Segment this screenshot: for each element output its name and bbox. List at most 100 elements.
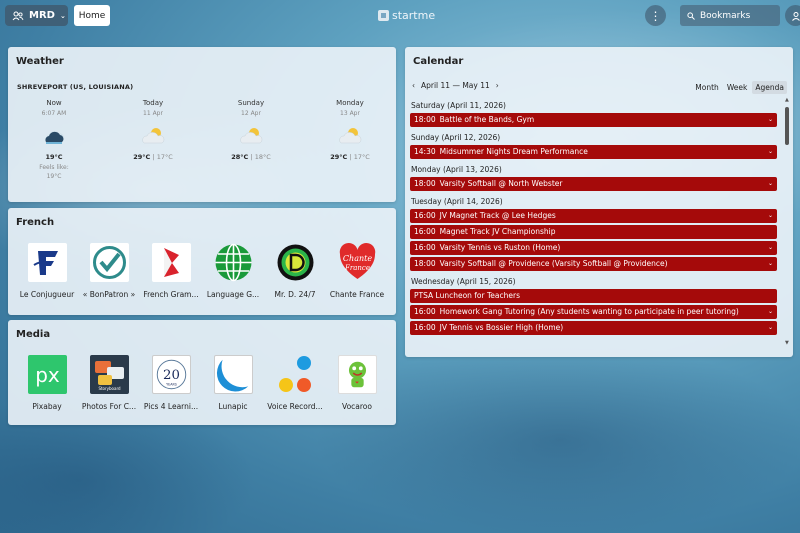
event-title: Homework Gang Tutoring (Any students wan… — [439, 307, 739, 316]
app-photos-for-class[interactable]: Storyboard Photos For C... — [75, 355, 143, 411]
bookmarks-label: Bookmarks — [700, 10, 751, 21]
french-grammar-icon — [151, 243, 191, 282]
chevron-down-icon[interactable]: ⌄ — [768, 257, 773, 271]
bookmarks-search-button[interactable]: Bookmarks — [680, 5, 780, 26]
calendar-event[interactable]: 18:00 Varsity Softball @ Providence (Vars… — [410, 257, 777, 271]
vocaroo-icon — [337, 355, 377, 394]
weather-day-label: Monday — [336, 99, 364, 107]
svg-text:YEARS: YEARS — [166, 382, 177, 386]
view-month-button[interactable]: Month — [692, 81, 722, 94]
event-time: 16:00 — [414, 307, 436, 316]
calendar-event[interactable]: 16:00 Varsity Tennis vs Ruston (Home) ⌄ — [410, 241, 777, 255]
event-title: Midsummer Nights Dream Performance — [439, 147, 588, 156]
agenda-scrollbar[interactable] — [785, 99, 789, 351]
bonpatron-icon — [89, 243, 129, 282]
user-menu-label: MRD — [29, 10, 55, 21]
app-vocaroo[interactable]: Vocaroo — [323, 355, 391, 411]
scroll-down-arrow-icon[interactable]: ▼ — [785, 340, 790, 346]
app-pixabay[interactable]: px Pixabay — [13, 355, 81, 411]
svg-text:20: 20 — [163, 368, 180, 383]
event-time: 16:00 — [414, 323, 436, 332]
app-label: Vocaroo — [342, 402, 372, 411]
chevron-down-icon[interactable]: ⌄ — [768, 321, 773, 335]
chevron-right-icon[interactable]: › — [496, 81, 499, 90]
event-title: JV Tennis vs Bossier High (Home) — [439, 323, 564, 332]
mr-d-icon — [276, 243, 315, 282]
app-label: Pixabay — [32, 402, 62, 411]
event-title: Magnet Track JV Championship — [439, 227, 556, 236]
profile-button[interactable] — [785, 5, 800, 26]
startme-logo[interactable]: startme — [378, 8, 435, 23]
app-chante-france[interactable]: Chante France Chante France — [323, 243, 391, 299]
pixabay-icon: px — [27, 355, 67, 394]
weather-location: SHREVEPORT (US, LOUISIANA) — [17, 83, 134, 91]
app-pics-4-learning[interactable]: 20 YEARS Pics 4 Learni... — [137, 355, 205, 411]
cloud-night-icon — [40, 125, 68, 147]
chevron-down-icon[interactable]: ⌄ — [768, 145, 773, 159]
app-label: Le Conjugueur — [19, 290, 75, 299]
app-le-conjugueur[interactable]: Le Conjugueur — [13, 243, 81, 299]
calendar-event[interactable]: 14:30 Midsummer Nights Dream Performance ⌄ — [410, 145, 777, 159]
weather-now: Now 6:07 AM 19°C Feels like: 19°C — [14, 99, 94, 181]
app-lunapic[interactable]: Lunapic — [199, 355, 267, 411]
weather-high: 19°C — [45, 153, 63, 161]
scrollbar-thumb[interactable] — [785, 107, 789, 145]
agenda-day: Saturday (April 11, 2026) 18:00 Battle of… — [409, 99, 781, 127]
weather-day-sub: 11 Apr — [143, 110, 163, 117]
calendar-event[interactable]: 16:00 JV Magnet Track @ Lee Hedges ⌄ — [410, 209, 777, 223]
weather-feels-value: 19°C — [46, 173, 62, 180]
chevron-down-icon: ⌄ — [59, 11, 66, 20]
voice-recorder-icon — [276, 355, 315, 394]
weather-low: 17°C — [156, 153, 173, 161]
app-language-guide[interactable]: Language G... — [199, 243, 267, 299]
calendar-event[interactable]: PTSA Luncheon for Teachers — [410, 289, 777, 303]
widget-title: Media — [16, 329, 51, 340]
event-time: 14:30 — [414, 147, 436, 156]
agenda-day-heading: Sunday (April 12, 2026) — [411, 133, 501, 142]
calendar-view-switcher: Month Week Agenda — [692, 81, 787, 94]
event-time: 18:00 — [414, 115, 436, 124]
calendar-nav: ‹ April 11 — May 11 › — [412, 81, 499, 90]
app-label: Photos For C... — [81, 402, 137, 411]
calendar-event[interactable]: 16:00 Magnet Track JV Championship — [410, 225, 777, 239]
chevron-down-icon[interactable]: ⌄ — [768, 305, 773, 319]
more-menu-button[interactable]: ⋮ — [645, 5, 666, 26]
app-mr-d[interactable]: Mr. D. 24/7 — [261, 243, 329, 299]
weather-day-sub: 13 Apr — [340, 110, 360, 117]
app-voice-recorder[interactable]: Voice Record... — [261, 355, 329, 411]
view-agenda-button[interactable]: Agenda — [752, 81, 787, 94]
chevron-down-icon[interactable]: ⌄ — [768, 113, 773, 127]
chevron-down-icon[interactable]: ⌄ — [768, 177, 773, 191]
french-widget: French Le Conjugueur « BonPatron » Frenc… — [8, 208, 396, 315]
chevron-down-icon[interactable]: ⌄ — [768, 209, 773, 223]
app-bonpatron[interactable]: « BonPatron » — [75, 243, 143, 299]
startme-logo-icon — [378, 10, 389, 21]
chevron-down-icon[interactable]: ⌄ — [768, 241, 773, 255]
view-week-button[interactable]: Week — [724, 81, 751, 94]
app-label: « BonPatron » — [82, 290, 136, 299]
agenda-day: Monday (April 13, 2026) 18:00 Varsity Sof… — [409, 163, 781, 191]
calendar-widget: Calendar ‹ April 11 — May 11 › Month Wee… — [405, 47, 793, 357]
user-icon — [791, 11, 800, 21]
svg-text:Storyboard: Storyboard — [98, 386, 121, 391]
agenda-day: Sunday (April 12, 2026) 14:30 Midsummer N… — [409, 131, 781, 159]
agenda-day-heading: Monday (April 13, 2026) — [411, 165, 502, 174]
top-bar: MRD ⌄ Home startme ⋮ Bookmarks — [0, 0, 800, 32]
app-label: French Gram... — [143, 290, 199, 299]
le-conjugueur-icon — [27, 243, 67, 282]
user-menu-button[interactable]: MRD ⌄ — [5, 5, 68, 26]
media-widget: Media px Pixabay Storyboard Photos For C… — [8, 320, 396, 425]
weather-today: Today 11 Apr 29°C | 17°C — [113, 99, 193, 161]
chevron-left-icon[interactable]: ‹ — [412, 81, 415, 90]
calendar-event[interactable]: 18:00 Battle of the Bands, Gym ⌄ — [410, 113, 777, 127]
svg-text:px: px — [35, 363, 60, 387]
calendar-event[interactable]: 16:00 JV Tennis vs Bossier High (Home) ⌄ — [410, 321, 777, 335]
users-icon — [12, 11, 24, 20]
app-french-grammar[interactable]: French Gram... — [137, 243, 205, 299]
calendar-event[interactable]: 16:00 Homework Gang Tutoring (Any student… — [410, 305, 777, 319]
storyboard-that-icon: Storyboard — [89, 355, 129, 394]
calendar-event[interactable]: 18:00 Varsity Softball @ North Webster ⌄ — [410, 177, 777, 191]
tab-home[interactable]: Home — [74, 5, 110, 26]
app-label: Language G... — [206, 290, 260, 299]
agenda-day: Wednesday (April 15, 2026) PTSA Luncheon… — [409, 275, 781, 335]
